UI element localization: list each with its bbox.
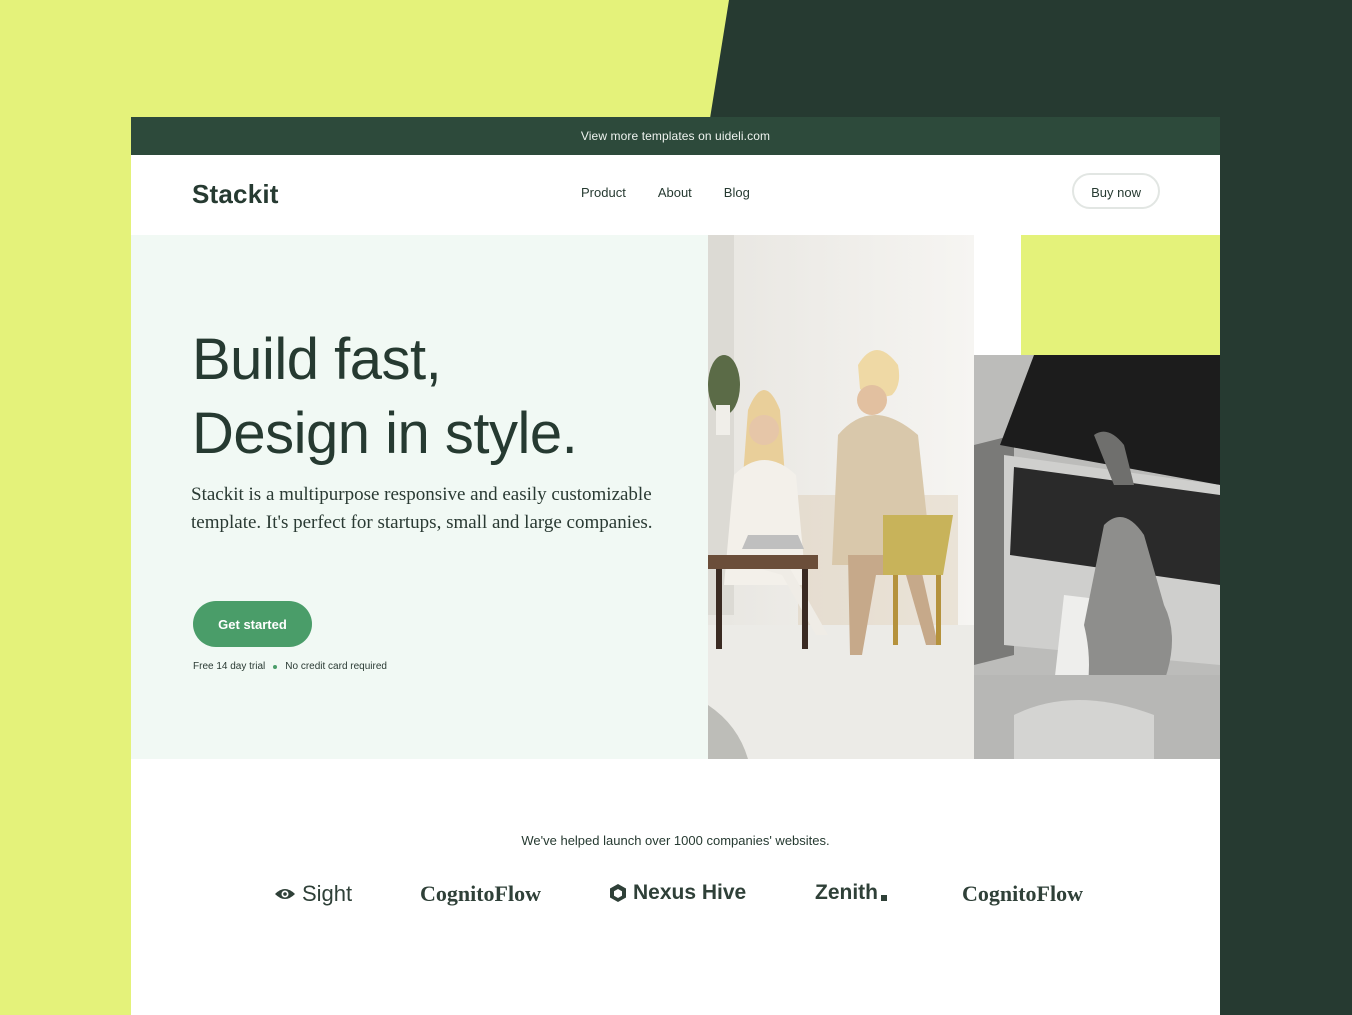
laptop-photo [974,355,1220,759]
logos-section: We've helped launch over 1000 companies'… [131,759,1220,1015]
hero-content: Build fast, Design in style. Stackit is … [131,235,708,759]
no-card-note: No credit card required [285,661,387,672]
site-frame: View more templates on uideli.com Stacki… [131,117,1220,1015]
brand-logo-nexus-hive: Nexus Hive [609,881,746,905]
hexagon-icon [610,884,626,902]
nav-link-blog[interactable]: Blog [724,185,750,200]
nav-link-about[interactable]: About [658,185,692,200]
brand-name: Nexus Hive [633,881,747,904]
buy-now-button[interactable]: Buy now [1072,173,1160,209]
promo-text[interactable]: View more templates on uideli.com [581,129,770,143]
brand-name: Zenith [815,881,878,904]
nav-link-product[interactable]: Product [581,185,626,200]
brand-name: CognitoFlow [962,881,1083,906]
brand-logo-zenith: Zenith [815,881,887,905]
hero-description: Stackit is a multipurpose responsive and… [191,484,653,533]
brand-logo-sight: Sight [274,881,352,907]
promo-banner[interactable]: View more templates on uideli.com [131,117,1220,155]
accent-block [1021,235,1220,355]
eye-icon [275,889,295,899]
hero-title: Build fast, Design in style. [192,323,578,471]
brand-name: Sight [302,881,353,906]
brand-logo-cognitoflow-2: CognitoFlow [962,881,1083,907]
logos-tagline: We've helped launch over 1000 companies'… [521,833,830,848]
navbar: Stackit Product About Blog Buy now [131,155,1220,235]
brand-logo-cognitoflow: CognitoFlow [420,881,541,907]
get-started-button[interactable]: Get started [193,601,312,647]
hero-title-line-2: Design in style. [192,401,578,466]
hero-section: Build fast, Design in style. Stackit is … [131,235,1220,759]
trial-notes: Free 14 day trial No credit card require… [193,661,387,672]
brand-logos: Sight CognitoFlow Nexus Hive Zenith Cogn… [131,875,1220,915]
nav-links: Product About Blog [581,185,750,200]
hero-title-line-1: Build fast, [192,327,442,392]
site-logo[interactable]: Stackit [192,179,279,210]
square-dot-icon [881,895,887,901]
office-photo [708,235,974,759]
trial-note: Free 14 day trial [193,661,266,672]
separator-dot [273,664,278,669]
brand-name: CognitoFlow [420,881,541,906]
